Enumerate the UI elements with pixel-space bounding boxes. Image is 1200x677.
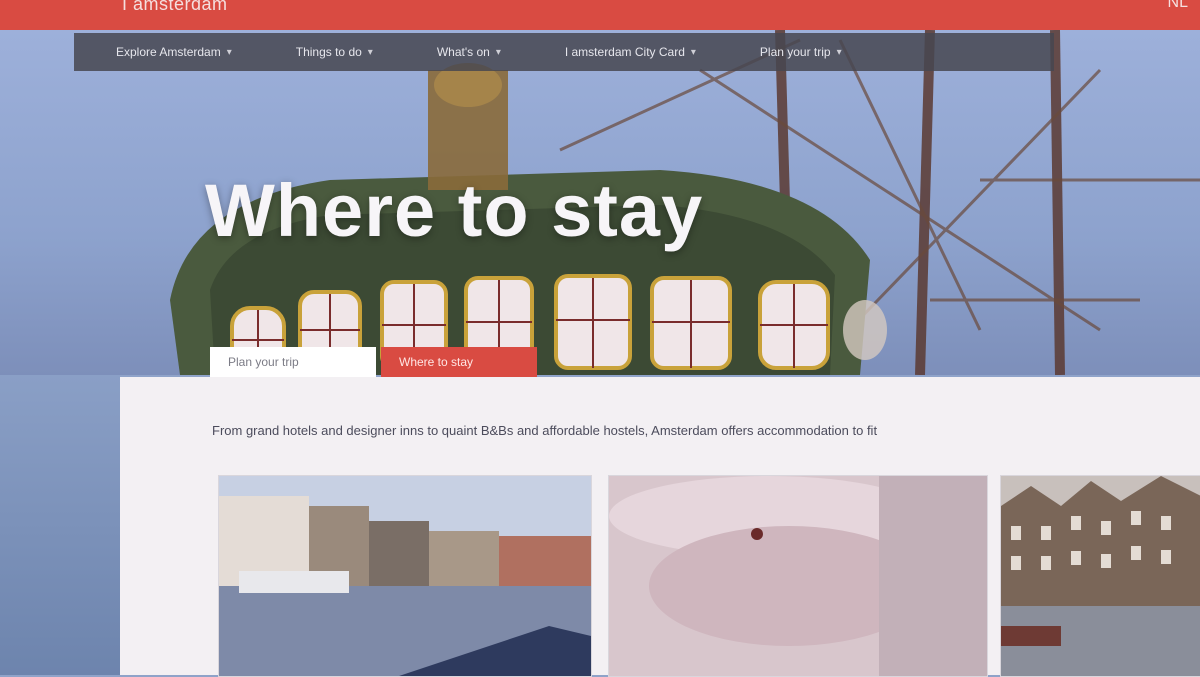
nav-item-explore[interactable]: Explore Amsterdam ▾: [74, 45, 254, 59]
chevron-down-icon: ▾: [690, 46, 696, 58]
accommodation-card[interactable]: [1000, 475, 1200, 677]
chevron-down-icon: ▾: [836, 46, 842, 58]
top-bar: I amsterdam NL: [0, 0, 1200, 30]
nav-item-label: Things to do: [295, 45, 362, 59]
accommodation-card[interactable]: [218, 475, 592, 677]
tab-label: Plan your trip: [228, 355, 299, 369]
tab-plan-your-trip[interactable]: Plan your trip: [210, 347, 376, 377]
background-water: [0, 375, 120, 675]
houses-photo: [1001, 476, 1200, 676]
chevron-down-icon: ▾: [367, 46, 373, 58]
tab-where-to-stay[interactable]: Where to stay: [381, 347, 537, 377]
nav-item-label: I amsterdam City Card: [564, 45, 685, 59]
nav-item-city-card[interactable]: I amsterdam City Card ▾: [523, 45, 718, 59]
room-photo: [609, 476, 987, 676]
chevron-down-icon: ▾: [495, 46, 501, 58]
brand-logo[interactable]: I amsterdam: [122, 0, 228, 15]
main-navigation: Explore Amsterdam ▾ Things to do ▾ What'…: [74, 33, 1054, 71]
hero-banner: Where to stay: [0, 30, 1200, 375]
intro-text: From grand hotels and designer inns to q…: [212, 423, 878, 438]
tab-label: Where to stay: [399, 355, 474, 369]
nav-item-label: Explore Amsterdam: [116, 45, 221, 59]
content-panel: From grand hotels and designer inns to q…: [120, 377, 1200, 677]
canal-photo: [219, 476, 591, 676]
chevron-down-icon: ▾: [226, 46, 232, 58]
page-title: Where to stay: [205, 169, 704, 252]
nav-item-plan-your-trip[interactable]: Plan your trip ▾: [718, 45, 864, 59]
nav-item-things-to-do[interactable]: Things to do ▾: [254, 45, 395, 59]
nav-item-label: What's on: [436, 45, 490, 59]
nav-item-whats-on[interactable]: What's on ▾: [395, 45, 523, 59]
nav-item-label: Plan your trip: [759, 45, 831, 59]
language-switch[interactable]: NL: [1168, 0, 1188, 12]
accommodation-card[interactable]: [608, 475, 988, 677]
